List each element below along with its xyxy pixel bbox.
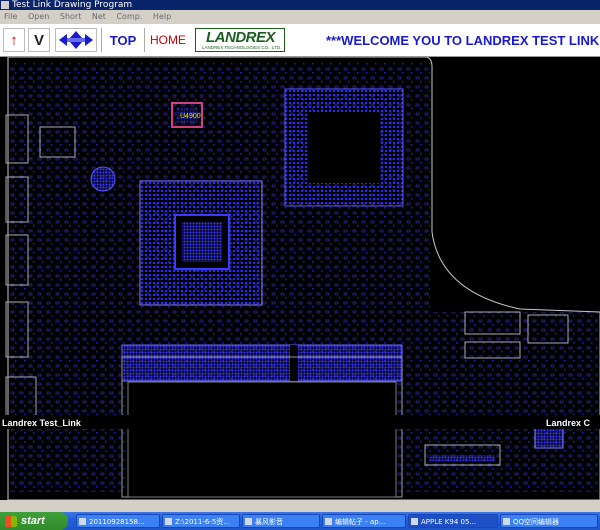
task-item[interactable]: APPLE K94 05... (408, 514, 498, 528)
window-titlebar: Test Link Drawing Program (0, 0, 600, 10)
v-label: V (33, 31, 44, 49)
slot-key (290, 345, 298, 381)
toolbar-separator (144, 28, 145, 52)
v-button[interactable]: V (28, 28, 50, 52)
overlay-strip (0, 415, 600, 429)
slot-body (127, 381, 397, 498)
pcb-canvas[interactable]: U4900 Landrex Test_Link Landrex C (0, 57, 600, 500)
menu-help[interactable]: Help (153, 12, 171, 21)
task-item[interactable]: 编辑帖子 - ap... (322, 514, 406, 528)
bga-chip-core (182, 222, 222, 262)
task-item[interactable]: 20110928158... (76, 514, 160, 528)
up-arrow-button[interactable]: ↑ (3, 28, 25, 52)
toolbar: ↑ V TOP HOME LANDREX LANDREX TECHNOLOGIE… (0, 24, 600, 57)
task-item[interactable]: Z:\2011-6-5资... (162, 514, 240, 528)
welcome-banner: ***WELCOME YOU TO LANDREX TEST LINK (326, 33, 600, 48)
task-item[interactable]: QQ空间编辑器 (500, 514, 598, 528)
menu-short[interactable]: Short (60, 12, 81, 21)
up-arrow-icon: ↑ (10, 31, 18, 49)
landrex-logo: LANDREX LANDREX TECHNOLOGIES CO., LTD. (195, 28, 285, 52)
menu-file[interactable]: File (4, 12, 17, 21)
home-button[interactable]: HOME (146, 28, 190, 52)
start-label: start (21, 515, 45, 527)
connector-pins (430, 455, 495, 461)
menu-comp[interactable]: Comp. (116, 12, 142, 21)
board-drawing[interactable]: U4900 Landrex Test_Link Landrex C (0, 57, 600, 500)
windows-flag-icon (5, 515, 17, 527)
component-label-u4900: U4900 (180, 113, 201, 120)
logo-text: LANDREX (206, 29, 276, 46)
memory-slot[interactable] (121, 344, 403, 382)
task-item[interactable]: 暴风影音 (242, 514, 320, 528)
overlay-label-left: Landrex Test_Link (2, 418, 82, 428)
logo-subtext: LANDREX TECHNOLOGIES CO., LTD. (202, 45, 282, 50)
status-bar (0, 500, 600, 512)
taskbar: start 20110928158... Z:\2011-6-5资... 暴风影… (0, 512, 600, 530)
four-arrows-icon (59, 31, 93, 49)
menu-bar: File Open Short Net Comp. Help (0, 10, 600, 24)
menu-open[interactable]: Open (28, 12, 49, 21)
start-button[interactable]: start (0, 512, 68, 530)
window-title: Test Link Drawing Program (12, 0, 133, 10)
bga-chip-center (308, 112, 380, 183)
toolbar-separator (101, 28, 102, 52)
app-icon (1, 1, 9, 9)
round-component (90, 166, 116, 192)
menu-net[interactable]: Net (92, 12, 106, 21)
top-button[interactable]: TOP (104, 28, 142, 52)
pan-button[interactable] (55, 28, 97, 52)
overlay-label-right: Landrex C (546, 418, 591, 428)
